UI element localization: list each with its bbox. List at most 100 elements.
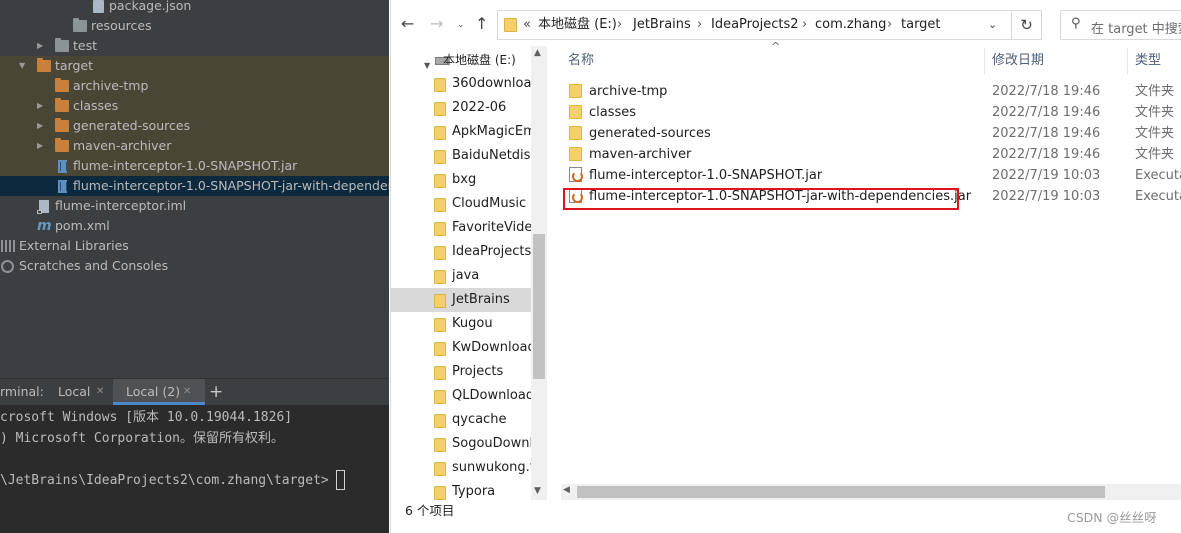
file-row[interactable]: maven-archiver 2022/7/18 19:46 文件夹 bbox=[561, 144, 1181, 165]
nav-item[interactable]: Kugou bbox=[391, 312, 531, 336]
breadcrumb-item[interactable]: target bbox=[901, 11, 941, 39]
horizontal-scrollbar[interactable]: ◀ bbox=[561, 484, 1181, 500]
file-row[interactable]: archive-tmp 2022/7/18 19:46 文件夹 bbox=[561, 81, 1181, 102]
folder-icon bbox=[434, 438, 446, 452]
breadcrumb-item[interactable]: com.zhang bbox=[815, 11, 886, 39]
folder-icon bbox=[55, 38, 69, 52]
breadcrumb-item[interactable]: 本地磁盘 (E:) bbox=[538, 11, 617, 39]
nav-item[interactable]: Projects bbox=[391, 360, 531, 384]
nav-item-label: FavoriteVideo bbox=[452, 220, 531, 235]
forward-button[interactable]: → bbox=[430, 14, 443, 33]
tree-item-iml[interactable]: flume-interceptor.iml bbox=[0, 196, 389, 216]
scroll-down-icon[interactable]: ▼ bbox=[534, 486, 541, 496]
column-header-date[interactable]: 修改日期 bbox=[992, 46, 1044, 76]
folder-icon bbox=[434, 486, 446, 500]
column-header-type[interactable]: 类型 bbox=[1135, 46, 1161, 76]
tree-item-package-json[interactable]: package.json bbox=[0, 0, 389, 16]
recent-locations-button[interactable]: ⌄ bbox=[457, 20, 465, 30]
item-count: 6 个项目 bbox=[405, 503, 455, 518]
close-icon[interactable]: ✕ bbox=[183, 387, 191, 397]
nav-item-label: 2022-06 bbox=[452, 100, 507, 115]
add-tab-button[interactable]: + bbox=[209, 379, 223, 405]
refresh-button[interactable]: ↻ bbox=[1011, 11, 1041, 39]
breadcrumb-item[interactable]: JetBrains bbox=[633, 11, 691, 39]
tree-item-jar-with-dependencies[interactable]: flume-interceptor-1.0-SNAPSHOT-jar-with-… bbox=[0, 176, 389, 196]
nav-item[interactable]: sunwukong.tx bbox=[391, 456, 531, 480]
file-explorer: ← → ⌄ ↑ « 本地磁盘 (E:) › JetBrains › IdeaPr… bbox=[390, 0, 1181, 533]
tree-item-maven-archiver[interactable]: ▶ maven-archiver bbox=[0, 136, 389, 156]
tree-item-generated-sources[interactable]: ▶ generated-sources bbox=[0, 116, 389, 136]
nav-item-drive[interactable]: ▼ 本地磁盘 (E:) bbox=[391, 48, 531, 72]
tree-item-resources[interactable]: resources bbox=[0, 16, 389, 36]
nav-item[interactable]: JetBrains bbox=[391, 288, 531, 312]
tree-item-jar[interactable]: flume-interceptor-1.0-SNAPSHOT.jar bbox=[0, 156, 389, 176]
tree-item-scratches[interactable]: Scratches and Consoles bbox=[0, 256, 389, 276]
nav-item[interactable]: BaiduNetdisk bbox=[391, 144, 531, 168]
tree-item-label: Scratches and Consoles bbox=[19, 258, 169, 273]
nav-item[interactable]: FavoriteVideo bbox=[391, 216, 531, 240]
scroll-up-icon[interactable]: ▲ bbox=[534, 48, 541, 58]
nav-item[interactable]: ApkMagicEm bbox=[391, 120, 531, 144]
terminal-tab-local-2[interactable]: Local (2) bbox=[126, 379, 180, 405]
nav-item[interactable]: QLDownload bbox=[391, 384, 531, 408]
nav-item[interactable]: 2022-06 bbox=[391, 96, 531, 120]
address-bar[interactable]: « 本地磁盘 (E:) › JetBrains › IdeaProjects2 … bbox=[497, 10, 1042, 40]
nav-item[interactable]: java bbox=[391, 264, 531, 288]
search-box[interactable]: ⚲ 在 target 中搜索 bbox=[1060, 10, 1181, 40]
scrollbar-thumb[interactable] bbox=[533, 234, 545, 379]
scroll-left-icon[interactable]: ◀ bbox=[563, 485, 570, 495]
file-list: ^ 名称 修改日期 类型 archive-tmp 2022/7/18 19:46 文… bbox=[561, 40, 1181, 500]
chevron-right-icon[interactable]: ▶ bbox=[37, 36, 47, 56]
json-file-icon bbox=[93, 0, 104, 13]
nav-item[interactable]: qycache bbox=[391, 408, 531, 432]
chevron-down-icon[interactable]: ⌄ bbox=[988, 11, 997, 39]
chevron-right-icon[interactable]: ▶ bbox=[37, 116, 47, 136]
chevron-down-icon[interactable]: ▼ bbox=[424, 54, 430, 72]
nav-item[interactable]: CloudMusic bbox=[391, 192, 531, 216]
nav-item[interactable]: bxg bbox=[391, 168, 531, 192]
tree-item-pom[interactable]: m pom.xml bbox=[0, 216, 389, 236]
file-row[interactable]: generated-sources 2022/7/18 19:46 文件夹 bbox=[561, 123, 1181, 144]
nav-item-label: BaiduNetdisk bbox=[452, 148, 531, 163]
column-header-name[interactable]: 名称 bbox=[568, 46, 594, 76]
folder-icon bbox=[434, 462, 446, 476]
nav-item-label: IdeaProjects bbox=[452, 244, 531, 259]
close-icon[interactable]: ✕ bbox=[96, 387, 104, 397]
nav-item[interactable]: KwDownload bbox=[391, 336, 531, 360]
terminal-prompt[interactable]: \JetBrains\IdeaProjects2\com.zhang\targe… bbox=[0, 472, 329, 490]
nav-scrollbar[interactable]: ▲ ▼ bbox=[531, 46, 547, 500]
nav-item[interactable]: 360download bbox=[391, 72, 531, 96]
terminal-tab-local[interactable]: Local bbox=[58, 379, 90, 405]
tree-item-test[interactable]: ▶ test bbox=[0, 36, 389, 56]
chevron-right-icon[interactable]: ▶ bbox=[37, 136, 47, 156]
nav-item-label: Projects bbox=[452, 364, 504, 379]
tree-item-target[interactable]: ▼ target bbox=[0, 56, 389, 76]
chevron-right-icon[interactable]: ▶ bbox=[37, 96, 47, 116]
breadcrumb-overflow[interactable]: « bbox=[523, 11, 531, 39]
file-row[interactable]: flume-interceptor-1.0-SNAPSHOT.jar 2022/7… bbox=[561, 165, 1181, 186]
chevron-right-icon[interactable]: › bbox=[697, 11, 702, 39]
nav-item[interactable]: SogouDownlo bbox=[391, 432, 531, 456]
up-button[interactable]: ↑ bbox=[475, 14, 488, 33]
tree-item-external-libraries[interactable]: External Libraries bbox=[0, 236, 389, 256]
tree-item-classes[interactable]: ▶ classes bbox=[0, 96, 389, 116]
file-row[interactable]: classes 2022/7/18 19:46 文件夹 bbox=[561, 102, 1181, 123]
tree-item-archive-tmp[interactable]: archive-tmp bbox=[0, 76, 389, 96]
folder-icon bbox=[504, 18, 517, 32]
scrollbar-thumb[interactable] bbox=[577, 486, 1105, 498]
terminal-panel: rminal: Local ✕ Local (2) ✕ + crosoft Wi… bbox=[0, 378, 389, 533]
folder-icon bbox=[434, 78, 446, 92]
chevron-right-icon[interactable]: › bbox=[617, 11, 622, 39]
breadcrumb-item[interactable]: IdeaProjects2 bbox=[711, 11, 799, 39]
nav-item-label: bxg bbox=[452, 172, 477, 187]
chevron-right-icon[interactable]: › bbox=[887, 11, 892, 39]
chevron-down-icon[interactable]: ▼ bbox=[19, 56, 29, 76]
nav-item[interactable]: IdeaProjects bbox=[391, 240, 531, 264]
nav-item-label: sunwukong.tx bbox=[452, 460, 531, 475]
chevron-right-icon[interactable]: › bbox=[802, 11, 807, 39]
search-input[interactable]: 在 target 中搜索 bbox=[1091, 18, 1181, 37]
folder-icon bbox=[434, 222, 446, 236]
nav-item-label: JetBrains bbox=[452, 292, 510, 307]
maven-icon: m bbox=[37, 218, 52, 234]
back-button[interactable]: ← bbox=[401, 14, 414, 33]
